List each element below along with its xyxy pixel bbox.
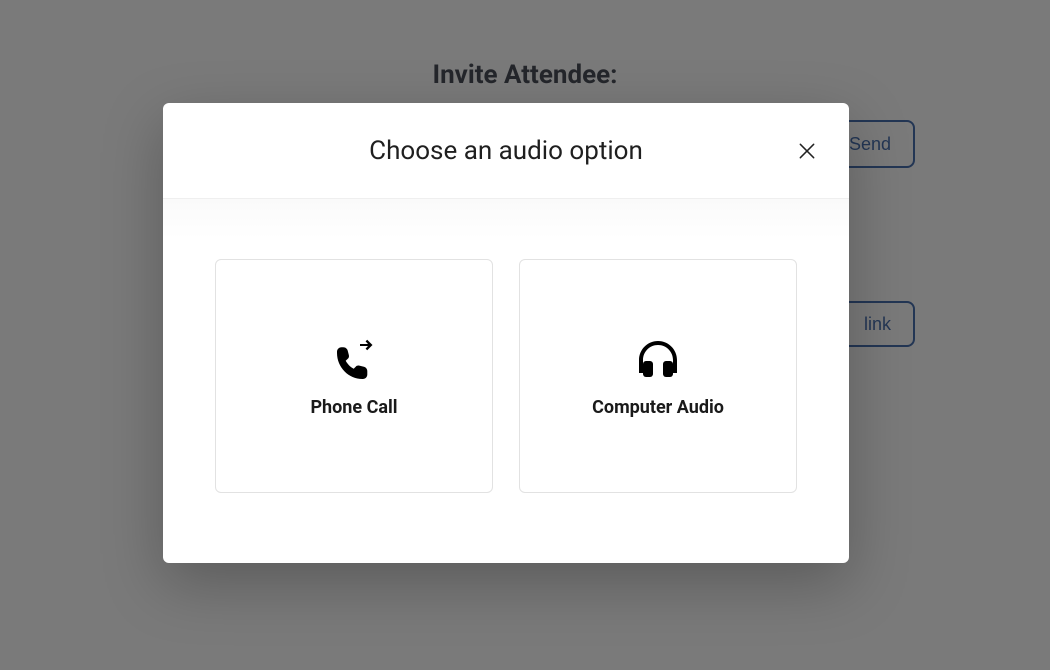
phone-forward-icon — [330, 335, 378, 383]
headphones-icon — [634, 335, 682, 383]
modal-header: Choose an audio option — [163, 103, 849, 199]
computer-audio-option[interactable]: Computer Audio — [519, 259, 797, 493]
close-icon — [797, 141, 821, 161]
audio-options-modal: Choose an audio option Phone Call — [163, 103, 849, 563]
phone-call-label: Phone Call — [310, 397, 397, 418]
computer-audio-label: Computer Audio — [592, 397, 724, 418]
phone-call-option[interactable]: Phone Call — [215, 259, 493, 493]
modal-body: Phone Call Computer Audio — [163, 199, 849, 493]
close-button[interactable] — [797, 139, 821, 163]
modal-title: Choose an audio option — [369, 136, 643, 166]
